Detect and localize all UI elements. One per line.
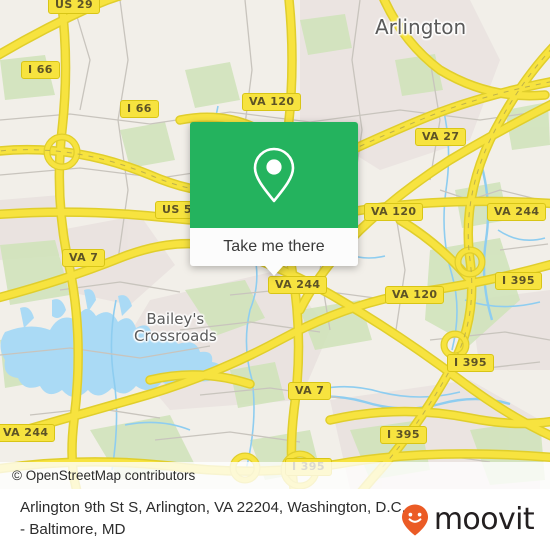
footer-bar: Arlington 9th St S, Arlington, VA 22204,…	[0, 489, 550, 550]
popup-tail	[265, 266, 283, 276]
map-pin-icon	[253, 147, 295, 203]
road-shield: VA 7	[288, 382, 332, 400]
osm-attribution-text: © OpenStreetMap contributors	[12, 468, 196, 483]
road-shield: US 29	[48, 0, 100, 14]
moovit-smiley-pin-icon	[401, 504, 428, 536]
road-shield: VA 120	[385, 286, 445, 304]
road-shield: VA 244	[0, 424, 56, 442]
road-shield: VA 120	[242, 93, 302, 111]
road-shield: I 66	[21, 61, 60, 79]
road-shield: VA 7	[62, 249, 106, 267]
road-shield: I 395	[380, 426, 427, 444]
road-shield: I 395	[495, 272, 542, 290]
destination-popup[interactable]: Take me there	[190, 122, 358, 276]
take-me-there-button[interactable]: Take me there	[190, 228, 358, 266]
map-canvas[interactable]: Arlington Bailey's Crossroads US 29 I 66…	[0, 0, 550, 489]
road-shield: VA 244	[487, 203, 547, 221]
road-shield: VA 27	[415, 128, 467, 146]
road-shield: I 66	[120, 100, 159, 118]
address-text: Arlington 9th St S, Arlington, VA 22204,…	[20, 499, 406, 538]
road-shield: VA 244	[268, 276, 328, 294]
popup-image-area	[190, 122, 358, 228]
moovit-brand[interactable]: moovit	[400, 502, 535, 537]
road-shield: I 395	[447, 354, 494, 372]
map-screenshot: Arlington Bailey's Crossroads US 29 I 66…	[0, 0, 550, 550]
road-shield: VA 120	[364, 203, 424, 221]
take-me-there-label: Take me there	[223, 238, 325, 255]
moovit-wordmark: moovit	[433, 502, 535, 537]
map-attribution-bar: © OpenStreetMap contributors	[0, 462, 550, 489]
